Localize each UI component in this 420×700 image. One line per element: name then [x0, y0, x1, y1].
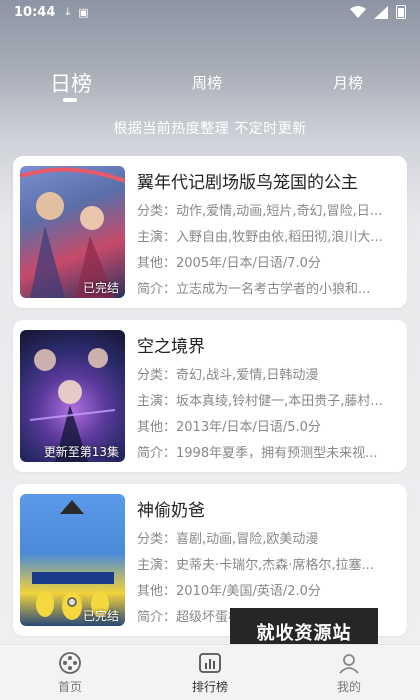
list-item[interactable]: 更新至第13集 空之境界 分类：奇幻,战斗,爱情,日韩动漫 主演：坂本真绫,铃村…	[13, 320, 407, 472]
film-reel-icon	[59, 652, 81, 674]
nav-ranking-label: 排行榜	[191, 680, 228, 694]
nav-home[interactable]: 首页	[35, 651, 105, 695]
item-other: 其他：2005年/日本/日语/7.0分	[137, 256, 321, 271]
item-cast: 主演：入野自由,牧野由依,稻田彻,浪川大...	[137, 230, 383, 245]
item-title[interactable]: 翼年代记剧场版鸟笼国的公主	[137, 168, 358, 193]
item-title[interactable]: 神偷奶爸	[137, 496, 205, 521]
tab-monthly[interactable]: 月榜	[333, 72, 363, 93]
status-badge: 已完结	[82, 281, 119, 295]
item-intro: 简介：1998年夏季，拥有预测型未来视...	[137, 446, 378, 461]
item-genre: 分类：奇幻,战斗,爱情,日韩动漫	[137, 368, 319, 383]
download-icon: ⤓	[65, 5, 71, 18]
status-bar: 10:44 ⤓ ▣	[0, 0, 420, 24]
tab-weekly[interactable]: 周榜	[192, 72, 222, 93]
tab-indicator	[63, 98, 77, 102]
item-title[interactable]: 空之境界	[137, 332, 205, 357]
item-genre: 分类：动作,爱情,动画,短片,奇幻,冒险,日...	[137, 204, 383, 219]
ranking-subtitle: 根据当前热度整理 不定时更新	[113, 121, 307, 137]
nav-home-label: 首页	[57, 680, 82, 694]
item-intro: 简介：立志成为一名考古学者的小狼和...	[137, 282, 371, 297]
list-item[interactable]: 已完结 翼年代记剧场版鸟笼国的公主 分类：动作,爱情,动画,短片,奇幻,冒险,日…	[13, 156, 407, 308]
poster-image[interactable]: 已完结	[20, 166, 125, 298]
poster-image[interactable]: 已完结	[20, 494, 125, 626]
status-time: 10:44	[14, 4, 56, 20]
nav-mine-label: 我的	[336, 680, 361, 694]
bottom-nav: 首页 排行榜 我的	[0, 644, 420, 700]
profile-icon	[339, 654, 359, 674]
chart-icon	[199, 653, 221, 673]
signal-icon	[374, 5, 388, 19]
item-other: 其他：2010年/美国/英语/2.0分	[137, 584, 321, 599]
status-badge: 更新至第13集	[43, 445, 119, 459]
notification-icon: ▣	[78, 5, 89, 19]
status-badge: 已完结	[82, 609, 119, 623]
item-genre: 分类：喜剧,动画,冒险,欧美动漫	[137, 532, 319, 547]
battery-icon	[396, 5, 406, 19]
item-cast: 主演：史蒂夫·卡瑞尔,杰森·席格尔,拉塞...	[137, 558, 374, 573]
item-other: 其他：2013年/日本/日语/5.0分	[137, 420, 321, 435]
item-cast: 主演：坂本真绫,铃村健一,本田贵子,藤村...	[137, 394, 383, 409]
wifi-icon	[350, 6, 366, 18]
nav-mine[interactable]: 我的	[314, 651, 384, 695]
poster-image[interactable]: 更新至第13集	[20, 330, 125, 462]
tab-daily[interactable]: 日榜	[50, 68, 92, 98]
nav-ranking[interactable]: 排行榜	[175, 651, 245, 695]
